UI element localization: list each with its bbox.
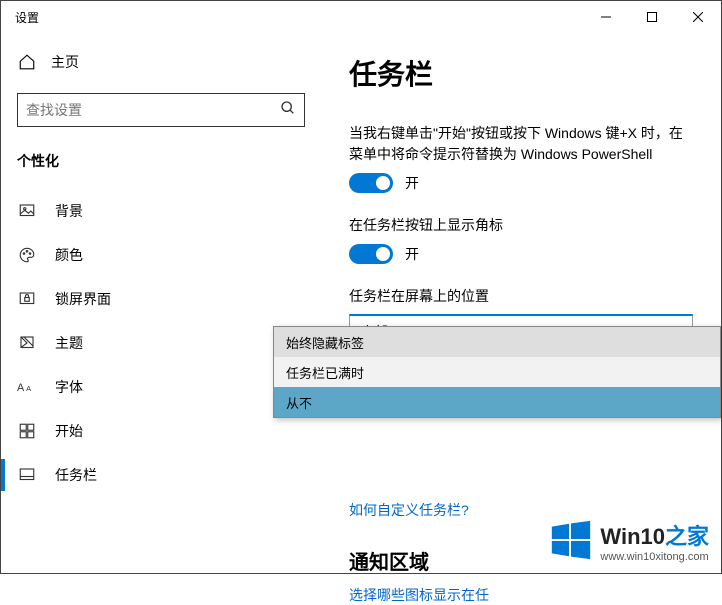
theme-icon (17, 334, 37, 352)
sidebar-item-label: 开始 (55, 421, 83, 441)
minimize-button[interactable] (583, 1, 629, 33)
search-icon (280, 100, 296, 121)
sidebar-item-label: 锁屏界面 (55, 289, 111, 309)
toggle-switch-icon (349, 173, 393, 193)
sidebar-item-fonts[interactable]: AA 字体 (1, 365, 305, 409)
close-button[interactable] (675, 1, 721, 33)
toggle-label: 开 (405, 173, 419, 193)
sidebar-item-label: 颜色 (55, 245, 83, 265)
sidebar-item-background[interactable]: 背景 (1, 189, 305, 233)
dropdown-option[interactable]: 任务栏已满时 (274, 357, 720, 387)
powershell-toggle[interactable]: 开 (349, 173, 693, 193)
home-link[interactable]: 主页 (17, 41, 305, 83)
lockscreen-icon (17, 290, 37, 308)
start-icon (17, 422, 37, 440)
sidebar-item-label: 背景 (55, 201, 83, 221)
sidebar-item-themes[interactable]: 主题 (1, 321, 305, 365)
combine-dropdown[interactable]: 始终隐藏标签 任务栏已满时 从不 (273, 326, 721, 418)
windows-logo-icon (548, 517, 594, 563)
powershell-description: 当我右键单击"开始"按钮或按下 Windows 键+X 时，在菜单中将命令提示符… (349, 123, 693, 165)
font-icon: AA (17, 379, 37, 395)
home-label: 主页 (51, 52, 79, 72)
content-pane: 任务栏 当我右键单击"开始"按钮或按下 Windows 键+X 时，在菜单中将命… (321, 33, 721, 573)
watermark-url: www.win10xitong.com (600, 551, 709, 563)
window-title: 设置 (1, 9, 39, 26)
search-input[interactable] (26, 102, 280, 118)
toggle-switch-icon (349, 244, 393, 264)
taskbar-icon (17, 466, 37, 484)
sidebar-item-lockscreen[interactable]: 锁屏界面 (1, 277, 305, 321)
search-box[interactable] (17, 93, 305, 127)
titlebar: 设置 (1, 1, 721, 33)
dropdown-option[interactable]: 始终隐藏标签 (274, 327, 720, 357)
sidebar: 主页 个性化 背景 颜色 锁屏界面 主题 AA 字体 (1, 33, 321, 573)
sidebar-item-start[interactable]: 开始 (1, 409, 305, 453)
category-label: 个性化 (17, 151, 305, 171)
sidebar-item-taskbar[interactable]: 任务栏 (1, 453, 305, 497)
toggle-label: 开 (405, 244, 419, 264)
page-title: 任务栏 (349, 53, 693, 93)
home-icon (17, 53, 37, 71)
watermark: Win10之家 www.win10xitong.com (548, 517, 709, 563)
position-label: 任务栏在屏幕上的位置 (349, 286, 693, 306)
sidebar-item-label: 任务栏 (55, 465, 97, 485)
sidebar-item-label: 字体 (55, 377, 83, 397)
sidebar-item-colors[interactable]: 颜色 (1, 233, 305, 277)
picture-icon (17, 202, 37, 220)
palette-icon (17, 246, 37, 264)
sidebar-item-label: 主题 (55, 333, 83, 353)
badges-toggle[interactable]: 开 (349, 244, 693, 264)
notification-icons-link[interactable]: 选择哪些图标显示在任 (349, 585, 489, 605)
badges-label: 在任务栏按钮上显示角标 (349, 215, 693, 236)
svg-text:A: A (17, 382, 25, 394)
customize-link[interactable]: 如何自定义任务栏? (349, 500, 469, 520)
dropdown-option-selected[interactable]: 从不 (274, 387, 720, 417)
watermark-brand: Win10之家 (600, 519, 709, 551)
maximize-button[interactable] (629, 1, 675, 33)
svg-text:A: A (26, 384, 31, 393)
